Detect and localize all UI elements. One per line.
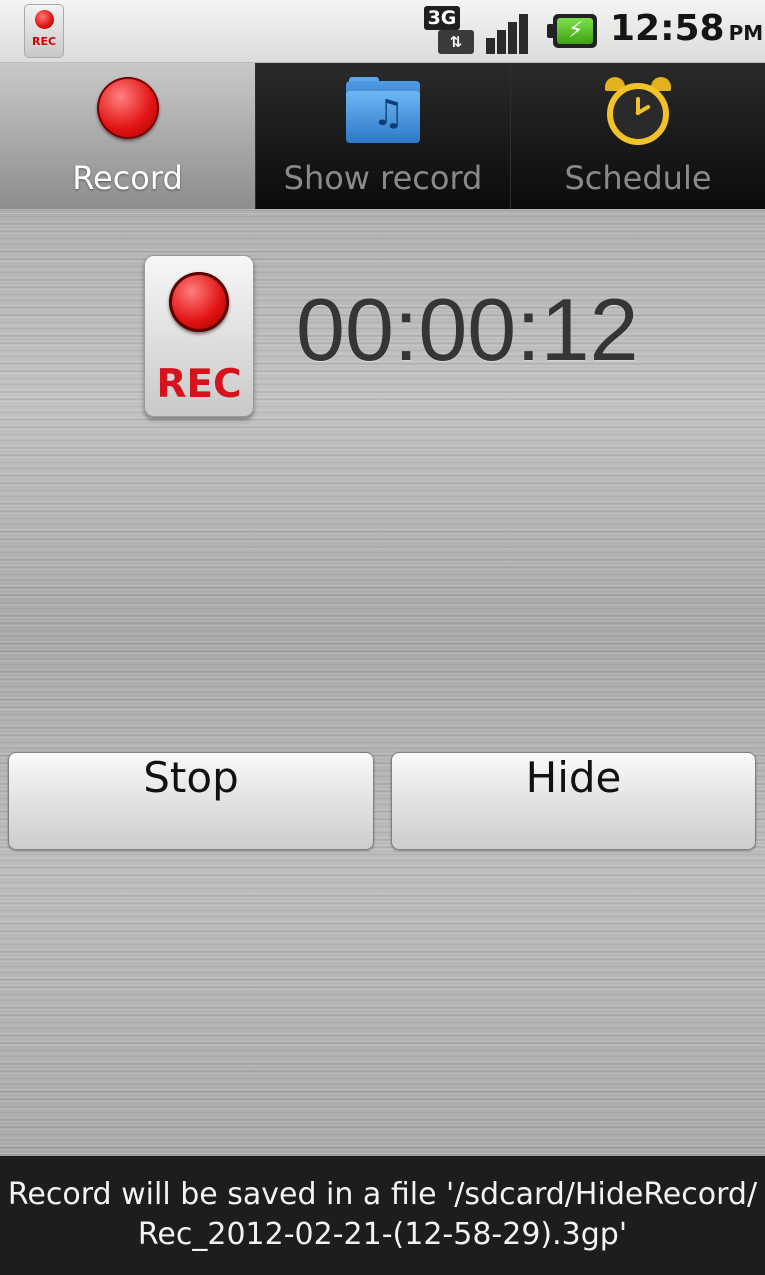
rec-badge-label: REC	[156, 362, 242, 407]
record-dot	[35, 10, 54, 29]
status-bar: REC 3G ⇅ ⚡ 12:58 PM	[0, 0, 765, 63]
notification-rec-label: REC	[31, 35, 57, 48]
clock-time: 12:58	[610, 8, 725, 49]
tab-schedule[interactable]: Schedule	[510, 63, 765, 209]
save-location-toast: Record will be saved in a file '/sdcard/…	[0, 1156, 765, 1275]
tab-bar: Record ♫ Show record Schedule	[0, 63, 765, 209]
network-type-label: 3G	[424, 6, 460, 30]
signal-strength-icon	[486, 8, 536, 54]
record-indicator-icon	[169, 272, 229, 332]
tab-schedule-label: Schedule	[564, 159, 712, 197]
recording-notification-icon: REC	[24, 4, 64, 58]
alarm-clock-icon	[603, 77, 673, 147]
recorder-panel: REC 00:00:12 Stop Hide	[0, 209, 765, 1156]
clock-ampm: PM	[728, 21, 764, 45]
elapsed-timer: 00:00:12	[296, 280, 639, 379]
toast-line-2: Rec_2012-02-21-(12-58-29).3gp'	[137, 1217, 628, 1252]
music-folder-icon: ♫	[346, 77, 420, 143]
record-dot-icon	[96, 77, 159, 139]
battery-charging-icon: ⚡	[547, 14, 597, 48]
tab-show-record-label: Show record	[283, 159, 483, 197]
hide-button[interactable]: Hide	[391, 752, 756, 850]
tab-record[interactable]: Record	[0, 63, 255, 209]
rec-status-badge: REC	[144, 255, 254, 417]
stop-button[interactable]: Stop	[8, 752, 374, 850]
tab-show-record[interactable]: ♫ Show record	[255, 63, 510, 209]
network-3g-icon: 3G ⇅	[424, 6, 476, 56]
data-arrows-icon: ⇅	[438, 30, 474, 54]
status-clock: 12:58 PM	[610, 8, 763, 54]
tab-record-label: Record	[72, 159, 183, 197]
toast-line-1: Record will be saved in a file '/sdcard/…	[7, 1177, 758, 1212]
